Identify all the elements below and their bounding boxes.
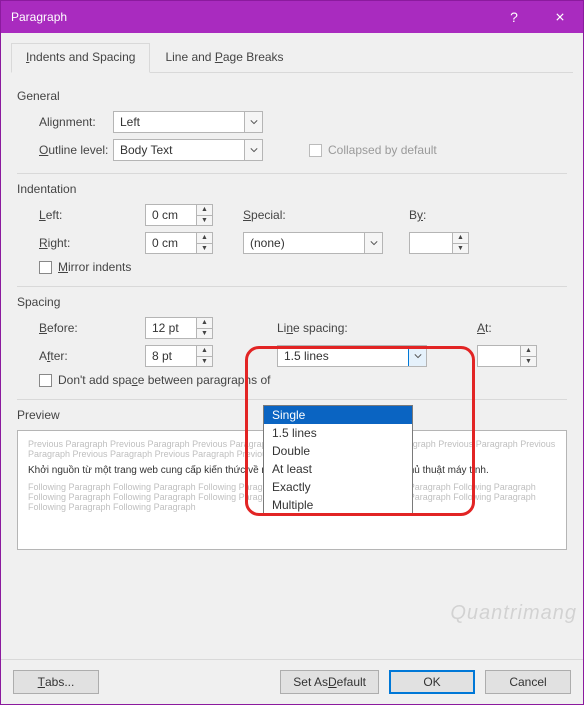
chevron-down-icon <box>408 346 426 366</box>
at-label: At: <box>477 321 567 335</box>
tabs-button[interactable]: Tabs... <box>13 670 99 694</box>
spin-up-icon[interactable]: ▲ <box>197 205 212 216</box>
close-icon <box>556 13 564 21</box>
footer: Tabs... Set As Default OK Cancel <box>1 659 583 704</box>
spin-down-icon[interactable]: ▼ <box>197 357 212 367</box>
window-title: Paragraph <box>11 10 491 24</box>
before-label: Before: <box>17 321 113 335</box>
by-spin[interactable]: ▲▼ <box>409 232 469 254</box>
line-spacing-option[interactable]: Double <box>264 442 412 460</box>
spin-up-icon[interactable]: ▲ <box>197 346 212 357</box>
line-spacing-option[interactable]: Exactly <box>264 478 412 496</box>
close-button[interactable] <box>537 1 583 33</box>
spin-down-icon[interactable]: ▼ <box>197 329 212 339</box>
line-spacing-option[interactable]: 1.5 lines <box>264 424 412 442</box>
spin-down-icon[interactable]: ▼ <box>453 244 468 254</box>
client-area: Indents and Spacing Line and Page Breaks… <box>1 33 583 659</box>
no-space-checkbox[interactable]: Don't add space between paragraphs of <box>39 373 270 387</box>
tabstrip: Indents and Spacing Line and Page Breaks <box>11 43 573 73</box>
spin-up-icon[interactable]: ▲ <box>197 233 212 244</box>
section-indentation: Indentation <box>17 182 567 196</box>
titlebar: Paragraph ? <box>1 1 583 33</box>
tab-line-page-breaks[interactable]: Line and Page Breaks <box>150 43 298 73</box>
outline-combo[interactable]: Body Text <box>113 139 263 161</box>
mirror-indents-checkbox[interactable]: Mirror indents <box>39 260 131 274</box>
spin-up-icon[interactable]: ▲ <box>453 233 468 244</box>
line-spacing-label: Line spacing: <box>243 321 469 335</box>
collapsed-checkbox: Collapsed by default <box>309 143 437 157</box>
line-spacing-combo[interactable]: 1.5 lines <box>277 345 427 367</box>
chevron-down-icon <box>244 140 262 160</box>
spin-up-icon[interactable]: ▲ <box>197 318 212 329</box>
spin-down-icon[interactable]: ▼ <box>521 357 536 367</box>
spin-up-icon[interactable]: ▲ <box>521 346 536 357</box>
ok-button[interactable]: OK <box>389 670 475 694</box>
line-spacing-option[interactable]: At least <box>264 460 412 478</box>
paragraph-dialog: Paragraph ? Indents and Spacing Line and… <box>0 0 584 705</box>
at-spin[interactable]: ▲▼ <box>477 345 537 367</box>
help-button[interactable]: ? <box>491 1 537 33</box>
special-combo[interactable]: (none) <box>243 232 383 254</box>
before-spin[interactable]: 12 pt ▲▼ <box>145 317 213 339</box>
spin-down-icon[interactable]: ▼ <box>197 216 212 226</box>
line-spacing-option[interactable]: Single <box>264 406 412 424</box>
cancel-button[interactable]: Cancel <box>485 670 571 694</box>
alignment-label: Alignment: <box>17 115 113 129</box>
outline-label: Outline level: <box>17 143 113 157</box>
line-spacing-dropdown[interactable]: Single1.5 linesDoubleAt leastExactlyMult… <box>263 405 413 515</box>
special-label: Special: <box>243 208 401 222</box>
after-spin[interactable]: 8 pt ▲▼ <box>145 345 213 367</box>
section-spacing: Spacing <box>17 295 567 309</box>
spin-down-icon[interactable]: ▼ <box>197 244 212 254</box>
indent-right-label: Right: <box>17 236 113 250</box>
after-label: After: <box>17 349 113 363</box>
set-default-button[interactable]: Set As Default <box>280 670 379 694</box>
chevron-down-icon <box>364 233 382 253</box>
indent-right-spin[interactable]: 0 cm ▲▼ <box>145 232 213 254</box>
indent-left-spin[interactable]: 0 cm ▲▼ <box>145 204 213 226</box>
by-label: By: <box>409 208 567 222</box>
tab-indents-spacing[interactable]: Indents and Spacing <box>11 43 150 73</box>
chevron-down-icon <box>244 112 262 132</box>
alignment-combo[interactable]: Left <box>113 111 263 133</box>
section-general: General <box>17 89 567 103</box>
line-spacing-option[interactable]: Multiple <box>264 496 412 514</box>
indent-left-label: Left: <box>17 208 113 222</box>
tab-panel: General Alignment: Left Outline level: B… <box>11 77 573 651</box>
